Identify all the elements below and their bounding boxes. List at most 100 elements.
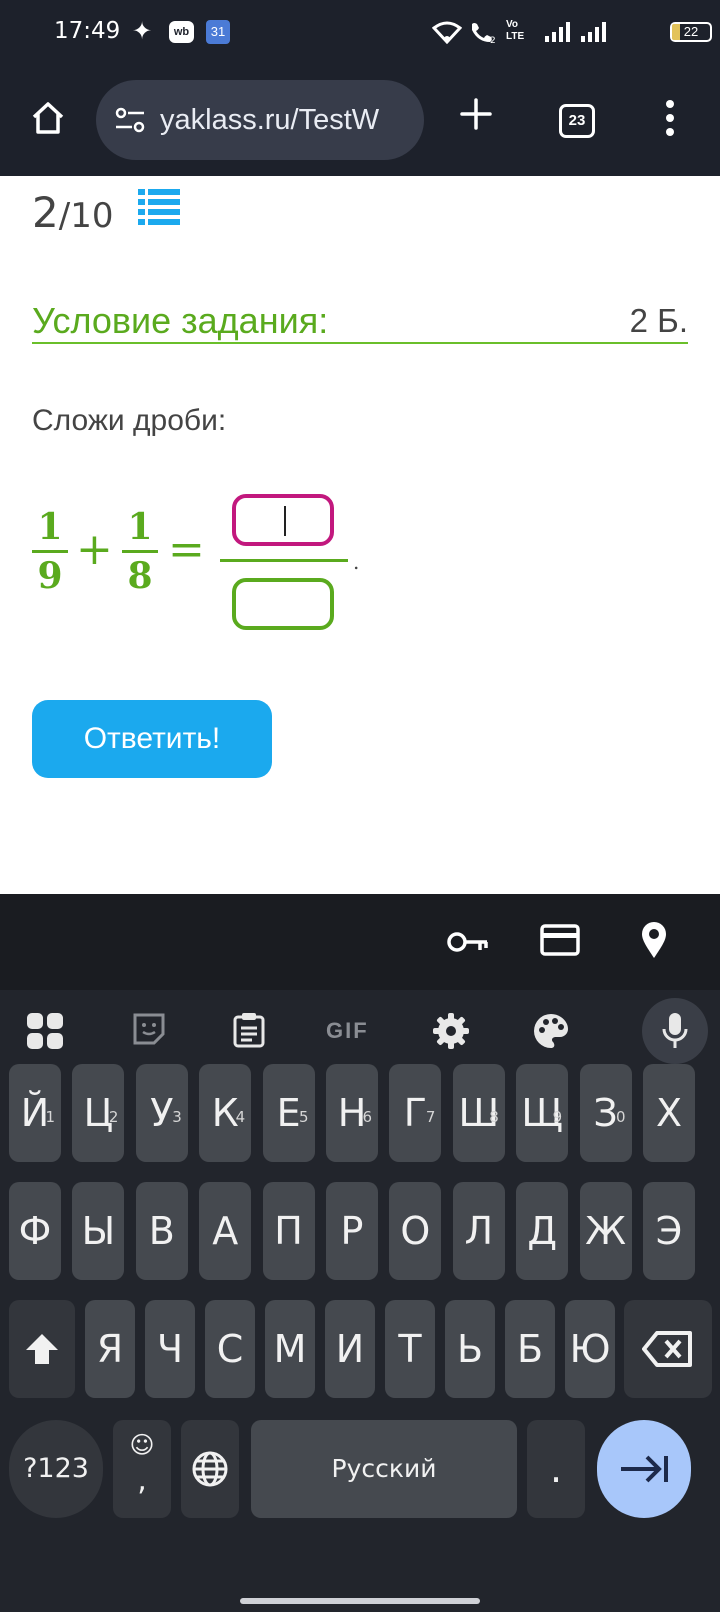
tab-switcher-button[interactable]: 23: [559, 104, 595, 138]
fraction-2-denominator: 8: [127, 555, 153, 597]
gif-icon[interactable]: GIF: [326, 1018, 369, 1044]
key-3-hint: 3: [172, 1108, 182, 1126]
key-11[interactable]: Х: [643, 1064, 695, 1162]
fraction-1: 1 9: [32, 506, 68, 597]
clipboard-icon[interactable]: [232, 1012, 266, 1048]
key-7[interactable]: Г7: [389, 1064, 442, 1162]
key-9-hint: 9: [552, 1108, 563, 1126]
emoji-comma-key[interactable]: ☺,: [113, 1420, 171, 1518]
globe-icon: [192, 1451, 228, 1487]
battery-icon: 22: [670, 22, 712, 42]
key-row3-2-label: Ч: [156, 1327, 184, 1371]
key-row2-1[interactable]: Ф: [9, 1182, 61, 1280]
signal-icon-1: [545, 22, 570, 42]
new-tab-icon[interactable]: [458, 96, 494, 132]
home-icon[interactable]: [30, 100, 66, 136]
key-row3-1-label: Я: [96, 1327, 124, 1371]
key-row2-6[interactable]: Р: [326, 1182, 378, 1280]
key-3[interactable]: У3: [135, 1064, 188, 1162]
key-row3-8-label: Б: [516, 1327, 544, 1371]
key-row3-9[interactable]: Ю: [565, 1300, 615, 1398]
key-row3-8[interactable]: Б: [505, 1300, 555, 1398]
key-row2-10[interactable]: Ж: [579, 1182, 632, 1280]
progress-total: /10: [58, 196, 114, 236]
key-row2-9[interactable]: Д: [516, 1182, 569, 1280]
calendar-icon: 31: [206, 20, 230, 44]
period-key[interactable]: .: [527, 1420, 585, 1518]
backspace-key[interactable]: [624, 1300, 712, 1398]
fraction-2: 1 8: [122, 506, 158, 597]
answer-numerator-input[interactable]: [232, 494, 334, 546]
answer-denominator-input[interactable]: [232, 578, 334, 630]
key-row2-3[interactable]: В: [135, 1182, 188, 1280]
key-row2-11-label: Э: [655, 1209, 683, 1253]
key-row3-5-label: И: [335, 1327, 365, 1371]
settings-icon[interactable]: [432, 1012, 470, 1050]
key-4[interactable]: К4: [199, 1064, 252, 1162]
key-row2-7-label: О: [400, 1209, 431, 1253]
symbols-key[interactable]: ?123: [9, 1420, 103, 1518]
question-list-icon[interactable]: [138, 189, 180, 225]
period: .: [353, 550, 360, 574]
key-row2-3-label: В: [148, 1209, 175, 1253]
key-9[interactable]: Щ9: [516, 1064, 569, 1162]
volte-icon: Vo LTE: [506, 19, 525, 42]
space-key[interactable]: Русский: [251, 1420, 517, 1518]
equals-sign: =: [168, 524, 205, 575]
key-row2-2[interactable]: Ы: [72, 1182, 125, 1280]
key-5[interactable]: Е5: [262, 1064, 315, 1162]
location-icon[interactable]: [640, 920, 668, 960]
enter-key[interactable]: [597, 1420, 691, 1518]
key-row3-9-label: Ю: [569, 1327, 611, 1371]
space-key-label: Русский: [331, 1454, 437, 1483]
key-6[interactable]: Н6: [326, 1064, 378, 1162]
key-row3-3-label: С: [216, 1327, 244, 1371]
voice-input-button[interactable]: [642, 998, 708, 1064]
language-key[interactable]: [181, 1420, 239, 1518]
key-6-hint: 6: [362, 1108, 372, 1126]
key-4-hint: 4: [235, 1108, 246, 1126]
url-text[interactable]: yaklass.ru/TestW: [160, 104, 379, 137]
key-row2-5[interactable]: П: [262, 1182, 315, 1280]
key-row3-6-label: Т: [398, 1327, 422, 1371]
key-row2-11[interactable]: Э: [643, 1182, 695, 1280]
fraction-1-denominator: 9: [37, 555, 63, 597]
key-row3-4[interactable]: М: [265, 1300, 315, 1398]
key-2[interactable]: Ц2: [72, 1064, 125, 1162]
key-row3-1[interactable]: Я: [85, 1300, 135, 1398]
key-row2-2-label: Ы: [81, 1209, 116, 1253]
key-10[interactable]: З0: [579, 1064, 632, 1162]
key-icon[interactable]: [446, 928, 490, 956]
sticker-icon[interactable]: [132, 1012, 166, 1046]
address-bar[interactable]: yaklass.ru/TestW: [96, 80, 424, 160]
key-row2-5-label: П: [274, 1209, 303, 1253]
clock: 17:49: [54, 18, 121, 44]
key-row3-2[interactable]: Ч: [145, 1300, 195, 1398]
key-row3-3[interactable]: С: [205, 1300, 255, 1398]
sparkle-icon: ✦: [132, 18, 153, 45]
key-1[interactable]: Й1: [9, 1064, 61, 1162]
symbols-key-label: ?123: [23, 1453, 89, 1484]
submit-answer-button[interactable]: Ответить!: [32, 700, 272, 778]
more-menu-icon[interactable]: [664, 100, 676, 140]
key-row2-4[interactable]: А: [199, 1182, 252, 1280]
card-icon[interactable]: [540, 924, 580, 956]
apps-icon[interactable]: [26, 1012, 64, 1050]
shift-key[interactable]: [9, 1300, 75, 1398]
site-settings-icon[interactable]: [114, 106, 146, 134]
key-row3-7[interactable]: Ь: [445, 1300, 495, 1398]
key-row2-7[interactable]: О: [389, 1182, 442, 1280]
wifi-call-icon: 2: [472, 23, 496, 44]
key-row3-5[interactable]: И: [325, 1300, 375, 1398]
key-row3-6[interactable]: Т: [385, 1300, 435, 1398]
key-8[interactable]: Ш8: [452, 1064, 505, 1162]
key-row2-9-label: Д: [527, 1209, 558, 1253]
key-row3-4-label: М: [273, 1327, 307, 1371]
fraction-2-numerator: 1: [127, 506, 153, 548]
task-instruction: Сложи дроби:: [32, 404, 227, 437]
home-indicator[interactable]: [240, 1598, 480, 1604]
key-row2-8[interactable]: Л: [452, 1182, 505, 1280]
palette-icon[interactable]: [532, 1012, 570, 1050]
progress-current: 2: [32, 188, 59, 237]
comma-label: ,: [137, 1463, 147, 1498]
